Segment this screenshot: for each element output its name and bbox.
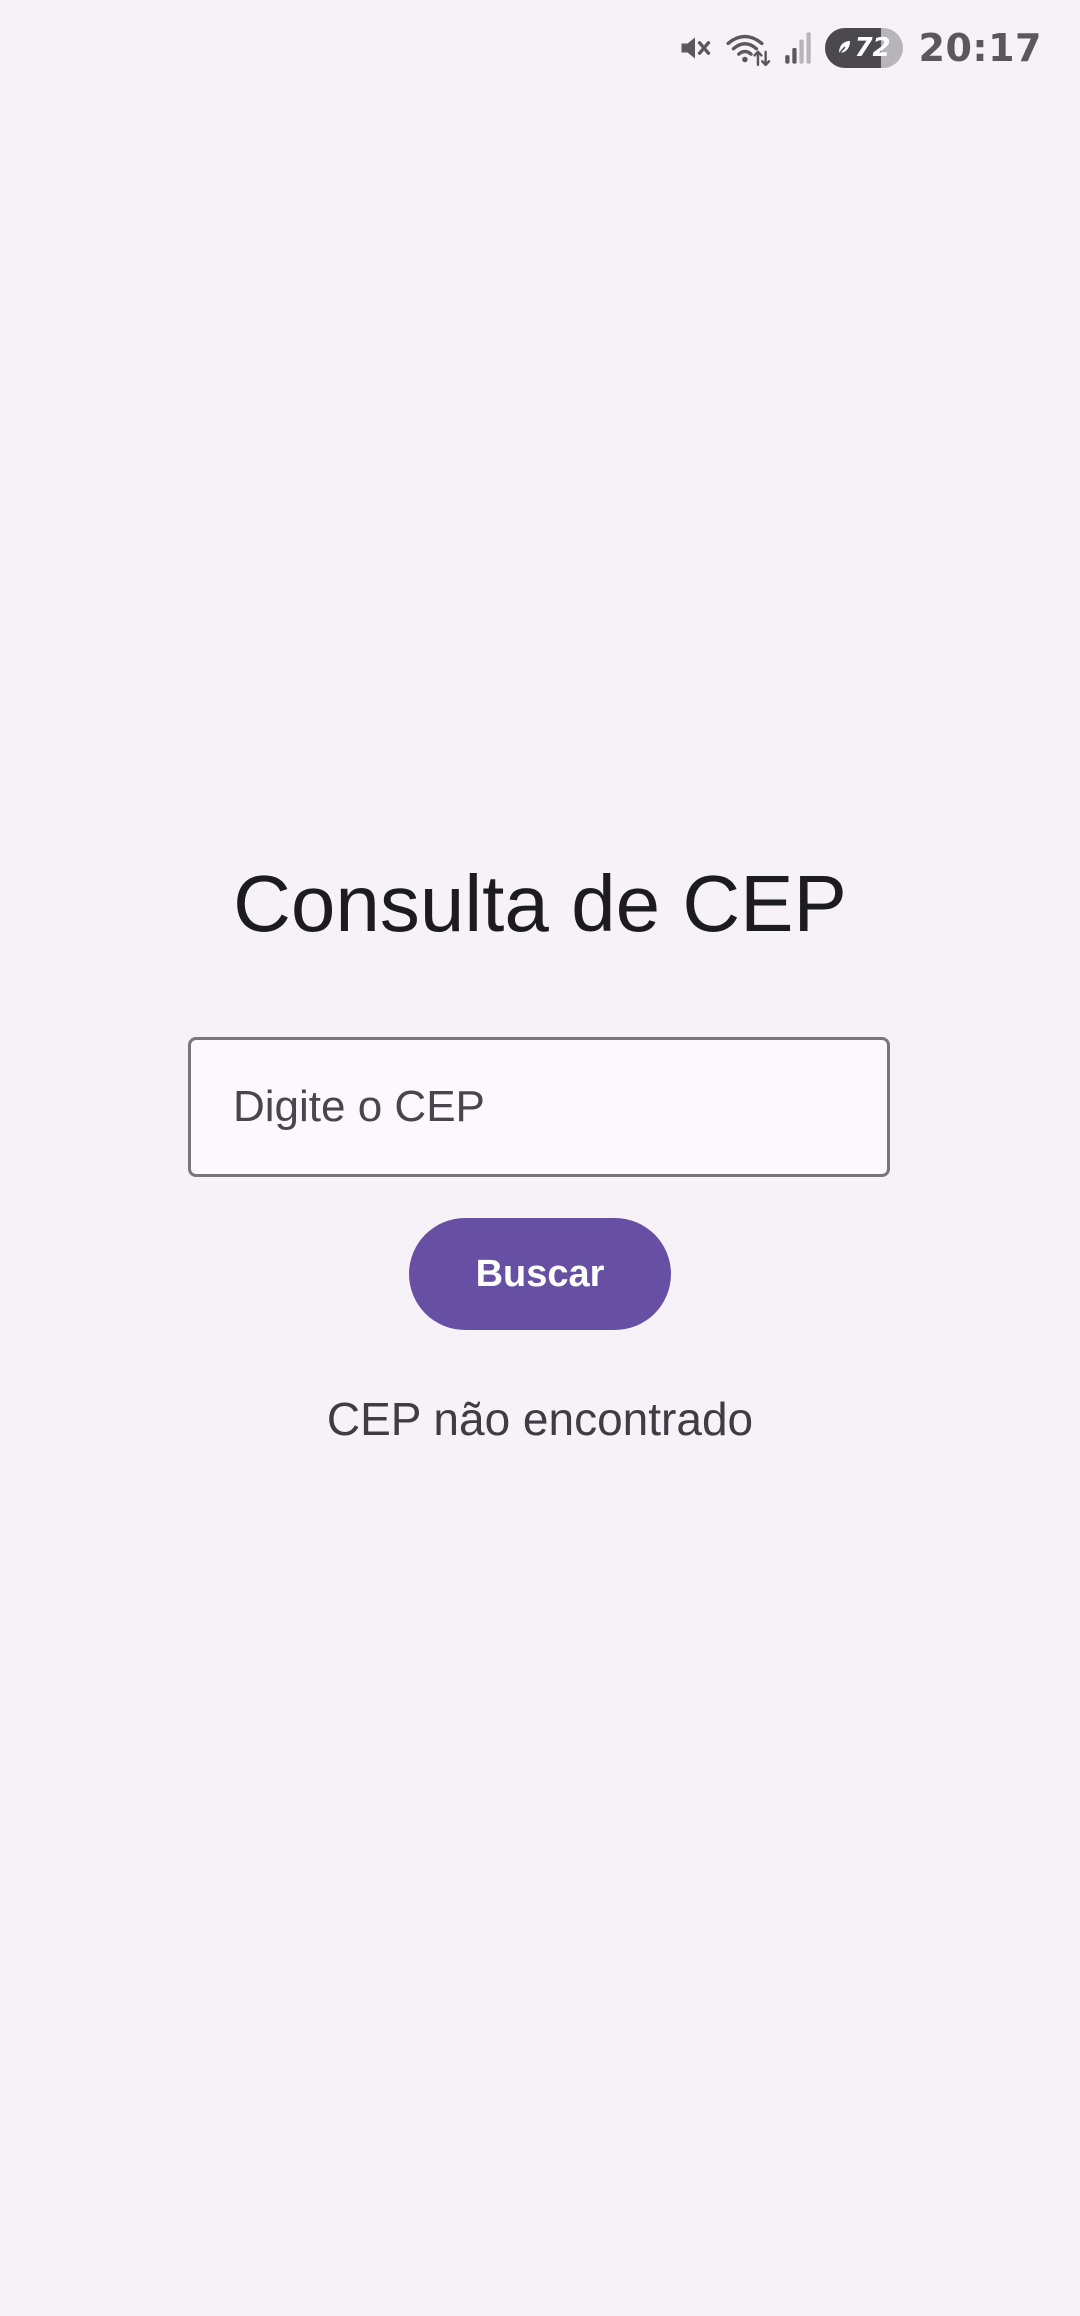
mute-icon [677, 30, 713, 66]
battery-level: 72 [854, 33, 891, 63]
page-title: Consulta de CEP [233, 859, 847, 948]
signal-icon [783, 31, 813, 65]
result-message: CEP não encontrado [326, 1393, 754, 1445]
status-icons: 72 20:17 [677, 22, 1042, 74]
status-bar: 72 20:17 [0, 0, 1080, 96]
battery-indicator: 72 [824, 28, 903, 68]
search-button[interactable]: Buscar [409, 1218, 671, 1330]
cep-field[interactable] [188, 1037, 890, 1177]
battery-saver-icon [836, 35, 852, 61]
cep-input[interactable] [191, 1040, 887, 1174]
clock: 20:17 [918, 26, 1042, 70]
wifi-icon [725, 29, 771, 67]
